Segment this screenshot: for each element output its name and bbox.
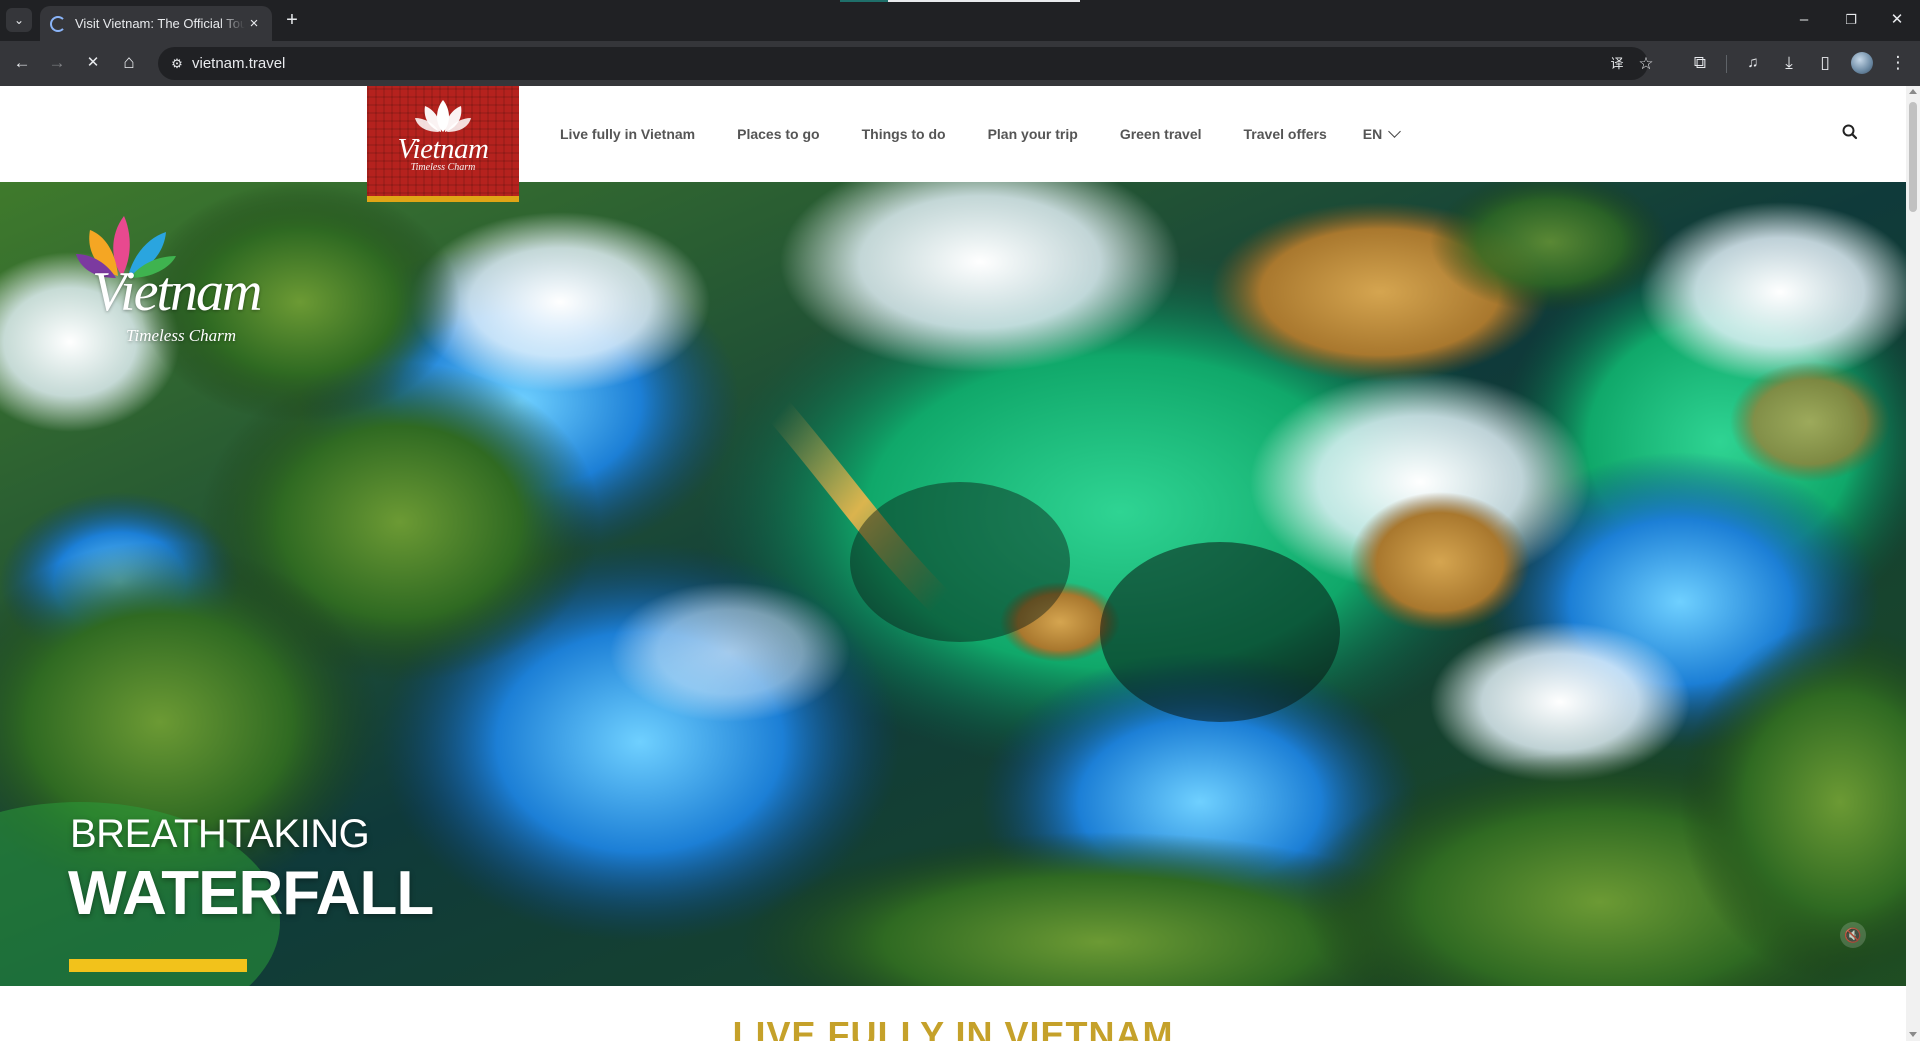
tab-close-icon[interactable]: × [246, 15, 262, 32]
hero-brand-logo: Vietnam Timeless Charm [52, 212, 272, 345]
loading-indicator [840, 0, 888, 2]
browser-tab-bar: ⌄ Visit Vietnam: The Official Tourism We… [0, 0, 1920, 41]
site-logo[interactable]: Vietnam Timeless Charm [367, 86, 519, 202]
minimize-button[interactable]: – [1789, 8, 1819, 32]
profile-avatar[interactable] [1851, 52, 1873, 74]
page-scrollbar[interactable] [1906, 86, 1920, 1041]
close-window-button[interactable]: ✕ [1882, 8, 1912, 32]
tab-title: Visit Vietnam: The Official Tourism Webs… [75, 16, 245, 31]
hero-video[interactable]: Vietnam Timeless Charm BREATHTAKING WATE… [0, 182, 1906, 986]
url-text[interactable]: vietnam.travel [192, 55, 285, 72]
address-bar[interactable]: ⚙ vietnam.travel 译 ☆ [158, 47, 1654, 80]
nav-item-places-to-go[interactable]: Places to go [737, 126, 819, 142]
loading-spinner-icon [50, 15, 66, 32]
hero-logo-wordmark: Vietnam [92, 261, 262, 323]
tab-search-button[interactable]: ⌄ [6, 8, 32, 32]
nav-item-things-to-do[interactable]: Things to do [862, 126, 946, 142]
bookmark-star-icon[interactable]: ☆ [1635, 53, 1657, 75]
restore-button[interactable]: ❐ [1836, 8, 1866, 32]
browser-toolbar: ← → ✕ ⌂ ⚙ vietnam.travel 译 ☆ ⧉ ♫ ⤓ ▯ ⋮ [0, 41, 1920, 86]
menu-icon[interactable]: ⋮ [1885, 50, 1911, 76]
new-tab-button[interactable]: + [281, 9, 303, 31]
hero-logo-tagline: Timeless Charm [126, 326, 237, 345]
chevron-down-icon [1388, 125, 1402, 138]
main-nav: Live fully in Vietnam Places to go Thing… [560, 86, 1402, 182]
nav-item-live-fully[interactable]: Live fully in Vietnam [560, 126, 695, 142]
back-icon[interactable]: ← [9, 50, 35, 76]
mute-icon[interactable]: 🔇 [1840, 922, 1866, 948]
site-header: Live fully in Vietnam Places to go Thing… [0, 86, 1906, 182]
site-info-icon[interactable]: ⚙ [166, 53, 188, 75]
logo-tagline: Timeless Charm [410, 162, 476, 173]
nav-item-green-travel[interactable]: Green travel [1120, 126, 1202, 142]
download-icon[interactable]: ⤓ [1776, 50, 1802, 76]
side-panel-icon[interactable]: ▯ [1812, 50, 1838, 76]
language-selector[interactable]: EN [1362, 125, 1402, 142]
stop-loading-icon[interactable]: ✕ [80, 50, 106, 76]
media-controls-icon[interactable]: ♫ [1740, 50, 1766, 76]
section-title: LIVE FULLY IN VIETNAM [732, 1014, 1174, 1041]
scroll-down-arrow-icon[interactable] [1909, 1032, 1917, 1037]
scroll-up-arrow-icon[interactable] [1909, 89, 1917, 94]
logo-content: Vietnam Timeless Charm [381, 96, 505, 188]
hero-title: WATERFALL [68, 859, 434, 928]
home-icon[interactable]: ⌂ [116, 50, 142, 76]
extensions-icon[interactable]: ⧉ [1687, 50, 1713, 76]
chevron-down-icon: ⌄ [13, 13, 25, 27]
translate-icon[interactable]: 译 [1606, 53, 1628, 75]
hero-accent-bar [69, 959, 247, 972]
lotus-icon [415, 100, 471, 132]
search-icon[interactable] [1840, 122, 1860, 142]
nav-item-plan-your-trip[interactable]: Plan your trip [988, 126, 1078, 142]
forward-icon[interactable]: → [44, 50, 70, 76]
browser-tab-active[interactable]: Visit Vietnam: The Official Tourism Webs… [40, 6, 272, 41]
page-viewport: Live fully in Vietnam Places to go Thing… [0, 86, 1920, 1041]
toolbar-divider [1726, 55, 1727, 73]
hero-subtitle: BREATHTAKING [70, 812, 370, 856]
language-label: EN [1362, 126, 1383, 142]
nav-item-travel-offers[interactable]: Travel offers [1244, 126, 1327, 142]
logo-wordmark: Vietnam [397, 133, 490, 165]
loading-indicator-track [888, 0, 1080, 2]
scrollbar-thumb[interactable] [1909, 102, 1917, 212]
